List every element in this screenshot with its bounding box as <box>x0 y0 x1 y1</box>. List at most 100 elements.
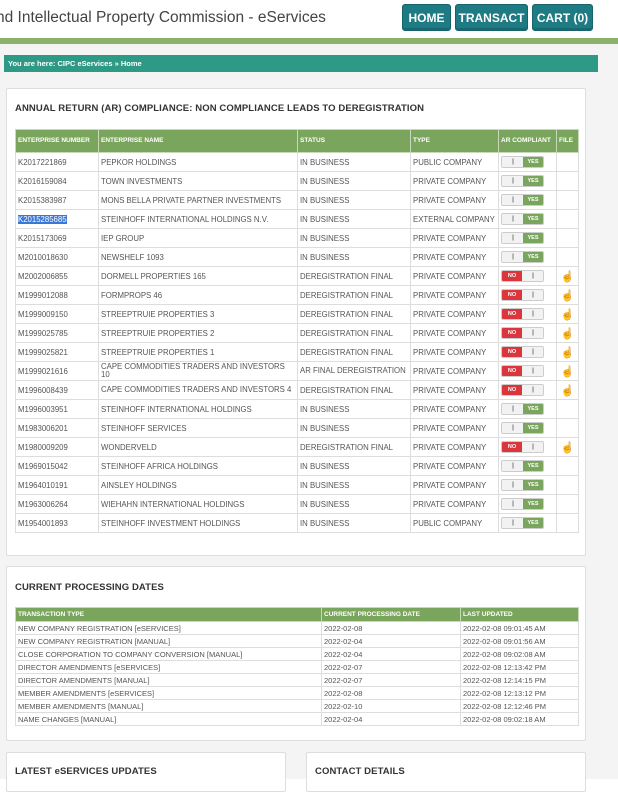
hand-pointer-icon[interactable]: ☝ <box>561 309 575 321</box>
compliance-toggle-yes[interactable]: ||| YES <box>501 156 544 168</box>
enterprise-number-cell: K2015383987 <box>15 190 99 210</box>
compliance-toggle-yes[interactable]: ||| YES <box>501 194 544 206</box>
enterprise-number-cell: M1983006201 <box>15 418 99 438</box>
type-cell: EXTERNAL COMPANY <box>410 209 499 229</box>
hand-pointer-icon[interactable]: ☝ <box>561 328 575 340</box>
type-cell-text: PRIVATE COMPANY <box>413 480 487 490</box>
table-row: M1999009150 STREEPTRUIE PROPERTIES 3 DEREG… <box>15 304 579 324</box>
hand-pointer-icon[interactable]: ☝ <box>561 347 575 359</box>
status-cell: IN BUSINESS <box>297 494 411 514</box>
processing-type-cell: NAME CHANGES [MANUAL] <box>15 712 322 726</box>
toggle-label: YES <box>523 176 543 186</box>
processing-updated-cell: 2022-02-08 09:01:56 AM <box>460 634 579 648</box>
enterprise-number-cell-text: K2015383987 <box>18 195 67 205</box>
breadcrumb-path[interactable]: CIPC eServices » Home <box>57 59 141 68</box>
compliance-toggle-no[interactable]: NO ||| <box>501 308 544 320</box>
toggle-knob-icon: ||| <box>502 480 523 490</box>
toggle-knob-icon: ||| <box>502 461 523 471</box>
toggle-knob-icon: ||| <box>522 347 543 357</box>
enterprise-number-cell-text: M1980009209 <box>18 442 68 452</box>
type-cell-text: PRIVATE COMPANY <box>413 442 487 452</box>
ar-compliant-cell: NO ||| <box>498 342 557 362</box>
compliance-toggle-yes[interactable]: ||| YES <box>501 175 544 187</box>
nav-cart-button[interactable]: CART (0) <box>532 4 593 31</box>
enterprise-name-cell: TOWN INVESTMENTS <box>98 171 298 191</box>
enterprise-name-cell: WIEHAHN INTERNATIONAL HOLDINGS <box>98 494 298 514</box>
type-cell: PRIVATE COMPANY <box>410 380 499 400</box>
enterprise-number-cell: M1999025821 <box>15 342 99 362</box>
type-cell: PRIVATE COMPANY <box>410 247 499 267</box>
compliance-toggle-yes[interactable]: ||| YES <box>501 251 544 263</box>
compliance-toggle-no[interactable]: NO ||| <box>501 289 544 301</box>
hand-pointer-icon[interactable]: ☝ <box>561 271 575 283</box>
compliance-toggle-yes[interactable]: ||| YES <box>501 517 544 529</box>
file-cell <box>556 399 579 419</box>
toggle-knob-icon: ||| <box>502 233 523 243</box>
status-cell-text: IN BUSINESS <box>300 252 350 262</box>
status-cell: DEREGISTRATION FINAL <box>297 437 411 457</box>
enterprise-name-cell-text: STREEPTRUIE PROPERTIES 2 <box>101 328 215 338</box>
enterprise-name-cell: STEINHOFF SERVICES <box>98 418 298 438</box>
ar-compliant-cell: ||| YES <box>498 152 557 172</box>
compliance-toggle-yes[interactable]: ||| YES <box>501 479 544 491</box>
ar-compliant-cell: ||| YES <box>498 209 557 229</box>
enterprise-name-cell: STEINHOFF AFRICA HOLDINGS <box>98 456 298 476</box>
enterprise-number-cell: M1969015042 <box>15 456 99 476</box>
compliance-toggle-no[interactable]: NO ||| <box>501 270 544 282</box>
type-cell: PRIVATE COMPANY <box>410 171 499 191</box>
hand-pointer-icon[interactable]: ☝ <box>561 385 575 397</box>
table-row: DIRECTOR AMENDMENTS [MANUAL] 2022-02-07 20… <box>15 673 579 687</box>
hand-pointer-icon[interactable]: ☝ <box>561 442 575 454</box>
hand-pointer-icon[interactable]: ☝ <box>561 366 575 378</box>
status-cell-text: DEREGISTRATION FINAL <box>300 290 393 300</box>
enterprise-number-cell-text: M1954001893 <box>18 518 68 528</box>
table-row: M1954001893 STEINHOFF INVESTMENT HOLDINGS… <box>15 513 579 533</box>
toggle-knob-icon: ||| <box>522 328 543 338</box>
status-cell-text: IN BUSINESS <box>300 499 350 509</box>
ar-compliant-cell: ||| YES <box>498 418 557 438</box>
compliance-toggle-yes[interactable]: ||| YES <box>501 422 544 434</box>
ar-compliant-cell: NO ||| <box>498 361 557 381</box>
type-cell: PUBLIC COMPANY <box>410 513 499 533</box>
enterprise-number-cell-text: K2016159084 <box>18 176 67 186</box>
compliance-toggle-yes[interactable]: ||| YES <box>501 213 544 225</box>
enterprise-name-cell-text: CAPE COMMODITIES TRADERS AND INVESTORS 1… <box>101 362 285 379</box>
col-header-type: TYPE <box>410 129 499 153</box>
compliance-toggle-yes[interactable]: ||| YES <box>501 232 544 244</box>
processing-date-cell: 2022-02-07 <box>321 673 461 687</box>
file-cell <box>556 418 579 438</box>
status-cell-text: IN BUSINESS <box>300 195 350 205</box>
ar-compliant-cell: ||| YES <box>498 190 557 210</box>
compliance-toggle-no[interactable]: NO ||| <box>501 384 544 396</box>
toggle-knob-icon: ||| <box>502 499 523 509</box>
compliance-toggle-no[interactable]: NO ||| <box>501 346 544 358</box>
table-row: DIRECTOR AMENDMENTS [eSERVICES] 2022-02-0… <box>15 660 579 674</box>
enterprise-number-cell-text: M1963006264 <box>18 499 68 509</box>
enterprise-name-cell: NEWSHELF 1093 <box>98 247 298 267</box>
table-row: K2016159084 TOWN INVESTMENTS IN BUSINESS PR… <box>15 171 579 191</box>
hand-pointer-icon[interactable]: ☝ <box>561 290 575 302</box>
toggle-knob-icon: ||| <box>502 195 523 205</box>
nav-home-button[interactable]: HOME <box>402 4 451 31</box>
type-cell: PRIVATE COMPANY <box>410 437 499 457</box>
type-cell-text: PRIVATE COMPANY <box>413 423 487 433</box>
toggle-knob-icon: ||| <box>522 290 543 300</box>
status-cell-text: AR FINAL DEREGISTRATION <box>300 366 406 375</box>
file-cell: ☝ <box>556 304 579 324</box>
col-header-enterprise-name: ENTERPRISE NAME <box>98 129 298 153</box>
compliance-toggle-yes[interactable]: ||| YES <box>501 460 544 472</box>
status-cell-text: IN BUSINESS <box>300 233 350 243</box>
compliance-toggle-no[interactable]: NO ||| <box>501 441 544 453</box>
table-row: CLOSE CORPORATION TO COMPANY CONVERSION … <box>15 647 579 661</box>
status-cell-text: DEREGISTRATION FINAL <box>300 328 393 338</box>
processing-date-cell: 2022-02-04 <box>321 647 461 661</box>
status-cell-text: DEREGISTRATION FINAL <box>300 271 393 281</box>
compliance-toggle-yes[interactable]: ||| YES <box>501 498 544 510</box>
compliance-toggle-no[interactable]: NO ||| <box>501 365 544 377</box>
type-cell-text: PRIVATE COMPANY <box>413 347 487 357</box>
nav-transact-button[interactable]: TRANSACT <box>455 4 528 31</box>
compliance-toggle-no[interactable]: NO ||| <box>501 327 544 339</box>
status-cell: IN BUSINESS <box>297 247 411 267</box>
processing-updated-cell: 2022-02-08 12:14:15 PM <box>460 673 579 687</box>
compliance-toggle-yes[interactable]: ||| YES <box>501 403 544 415</box>
